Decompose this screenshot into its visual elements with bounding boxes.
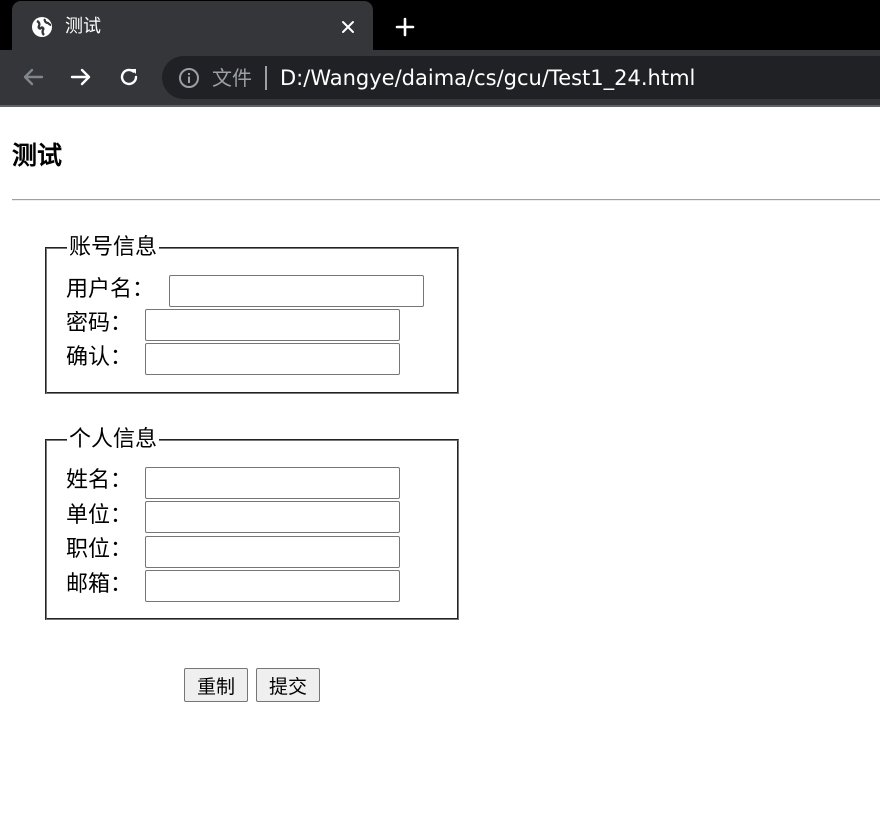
position-input[interactable] <box>145 536 400 568</box>
browser-toolbar: 文件 D:/Wangye/daima/cs/gcu/Test1_24.html <box>0 50 880 105</box>
name-input[interactable] <box>145 467 400 499</box>
page-title: 测试 <box>12 141 63 170</box>
submit-button[interactable]: 提交 <box>256 668 320 702</box>
password-label: 密码： <box>66 311 133 336</box>
account-legend: 账号信息 <box>67 234 160 262</box>
password-input[interactable] <box>145 309 400 341</box>
close-icon[interactable] <box>335 14 361 40</box>
plus-icon[interactable] <box>390 12 420 42</box>
tab-title: 测试 <box>65 16 101 37</box>
address-bar[interactable]: 文件 D:/Wangye/daima/cs/gcu/Test1_24.html <box>162 56 880 99</box>
company-label: 单位： <box>66 503 133 528</box>
tab-strip: 测试 <box>0 0 880 50</box>
company-input[interactable] <box>145 501 400 533</box>
name-label: 姓名： <box>66 468 133 493</box>
position-label: 职位： <box>66 537 133 562</box>
browser-tab-active[interactable]: 测试 <box>12 1 373 50</box>
globe-icon <box>31 16 53 38</box>
confirm-password-input[interactable] <box>145 343 400 375</box>
reload-icon[interactable] <box>114 62 144 92</box>
email-input[interactable] <box>145 570 400 602</box>
toolbar-divider <box>0 105 880 107</box>
email-label: 邮箱： <box>66 572 133 597</box>
address-scheme: 文件 <box>212 66 252 90</box>
horizontal-rule <box>12 199 880 201</box>
address-url[interactable]: D:/Wangye/daima/cs/gcu/Test1_24.html <box>280 65 695 91</box>
username-input[interactable] <box>169 275 424 307</box>
confirm-label: 确认： <box>66 345 133 370</box>
address-separator <box>265 66 267 90</box>
username-label: 用户名： <box>66 277 155 302</box>
personal-legend: 个人信息 <box>67 426 160 454</box>
arrow-right-icon[interactable] <box>66 62 96 92</box>
reset-button[interactable]: 重制 <box>184 668 248 702</box>
info-icon[interactable] <box>178 67 200 89</box>
arrow-left-icon[interactable] <box>18 62 48 92</box>
